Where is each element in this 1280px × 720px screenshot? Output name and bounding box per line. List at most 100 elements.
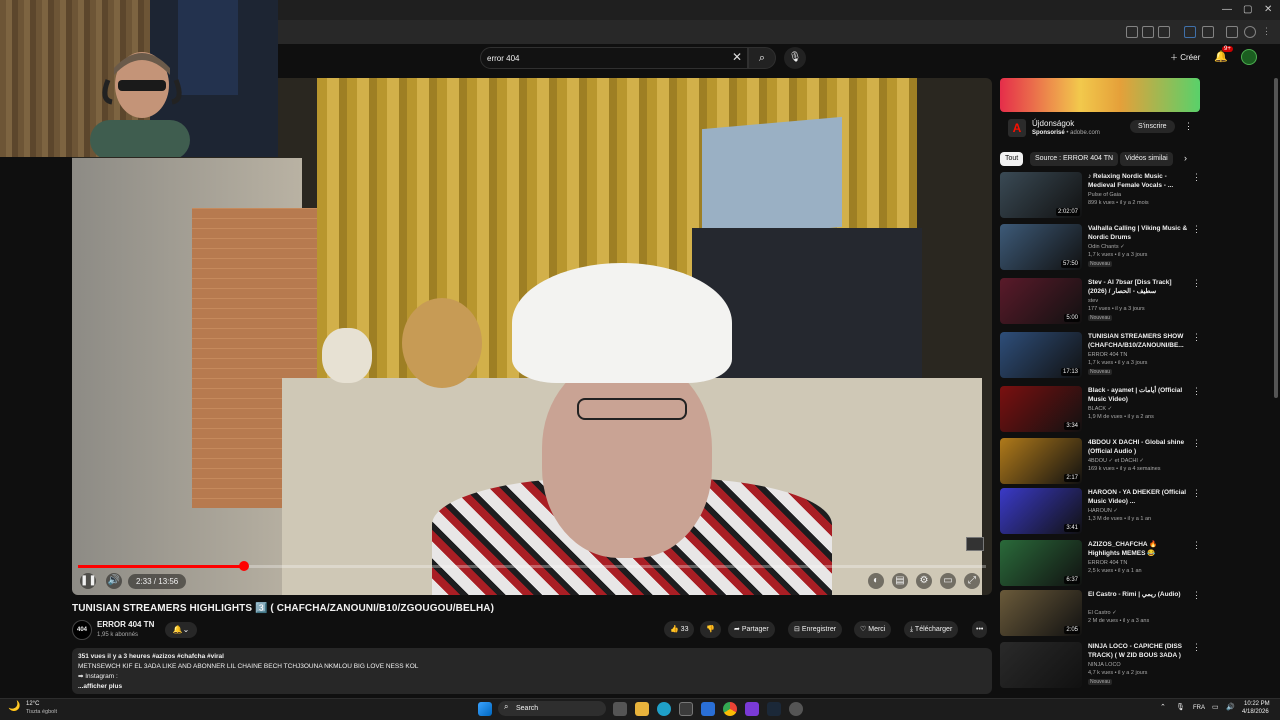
clock-date[interactable]: 4/18/2026 xyxy=(1242,709,1269,715)
create-button[interactable]: ＋ Créer xyxy=(1164,49,1206,66)
recommendation-title[interactable]: ♪ Relaxing Nordic Music - Medieval Femal… xyxy=(1088,172,1188,190)
cast-icon[interactable] xyxy=(1142,26,1154,38)
recommendation-title[interactable]: 4BDOU X DACHI - Global shine (Official A… xyxy=(1088,438,1188,456)
more-options-icon[interactable]: ⋮ xyxy=(1192,540,1201,551)
mic-button[interactable]: 🎙 xyxy=(784,47,806,69)
recommendation-title[interactable]: HAROON - YA DHEKER (Official Music Video… xyxy=(1088,488,1188,506)
download-icon[interactable] xyxy=(1226,26,1238,38)
profile-icon[interactable] xyxy=(1244,26,1256,38)
recommendation-item[interactable]: 2:17 4BDOU X DACHI - Global shine (Offici… xyxy=(1000,438,1270,488)
save-button[interactable]: ⊟ Enregistrer xyxy=(788,621,843,638)
clear-search-icon[interactable]: ✕ xyxy=(732,50,742,64)
clock-time[interactable]: 10:22 PM xyxy=(1244,701,1270,707)
video-thumbnail[interactable]: 2:17 xyxy=(1000,438,1082,484)
tray-chevron-icon[interactable]: ⌃ xyxy=(1160,703,1166,711)
channel-avatar[interactable]: 404 xyxy=(72,620,92,640)
dislike-button[interactable]: 👎 xyxy=(700,621,721,638)
ad-signup-button[interactable]: S'inscrire xyxy=(1130,120,1175,133)
more-actions-button[interactable]: ••• xyxy=(972,621,988,638)
chip-similar[interactable]: Vidéos similai xyxy=(1120,152,1173,166)
ad-banner[interactable] xyxy=(1000,78,1200,112)
steam-icon[interactable] xyxy=(767,702,781,716)
translate-icon[interactable] xyxy=(1126,26,1138,38)
more-options-icon[interactable]: ⋮ xyxy=(1192,488,1201,499)
chip-all[interactable]: Tout xyxy=(1000,152,1024,166)
description-box[interactable]: 351 vues il y a 3 heures #azizos #chafch… xyxy=(72,648,992,694)
weather-temp[interactable]: 12°C xyxy=(26,701,39,707)
subscription-bell-button[interactable]: 🔔⌄ xyxy=(165,622,197,638)
video-thumbnail[interactable]: 5:00 xyxy=(1000,278,1082,324)
chip-source[interactable]: Source : ERROR 404 TN xyxy=(1030,152,1119,166)
start-icon[interactable] xyxy=(478,702,492,716)
show-more-link[interactable]: ...afficher plus xyxy=(78,682,986,692)
search-button[interactable]: ⌕ xyxy=(748,47,776,69)
more-options-icon[interactable]: ⋮ xyxy=(1192,278,1201,289)
volume-icon[interactable]: 🔊 xyxy=(106,573,122,589)
volume-tray-icon[interactable]: 🔊 xyxy=(1226,703,1235,711)
weather-icon[interactable]: 🌙 xyxy=(8,701,20,712)
channel-name[interactable]: ERROR 404 TN xyxy=(97,620,154,629)
more-options-icon[interactable]: ⋮ xyxy=(1192,438,1201,449)
video-thumbnail[interactable]: 2:05 xyxy=(1000,590,1082,636)
video-thumbnail[interactable]: 3:41 xyxy=(1000,488,1082,534)
like-button[interactable]: 👍 33 xyxy=(664,621,695,638)
recommendation-channel[interactable]: ERROR 404 TN xyxy=(1088,352,1127,358)
minimize-icon[interactable]: — xyxy=(1222,4,1232,15)
recommendation-channel[interactable]: NINJA LOCO xyxy=(1088,662,1121,668)
recommendation-title[interactable]: TUNISIAN STREAMERS SHOW (CHAFCHA/B10/ZAN… xyxy=(1088,332,1188,350)
more-options-icon[interactable]: ⋮ xyxy=(1192,590,1201,601)
settings-icon[interactable]: ⚙ xyxy=(916,573,932,589)
app-icon[interactable] xyxy=(745,702,759,716)
download-button[interactable]: ⤓ Télécharger xyxy=(904,621,959,638)
app-circle-icon[interactable] xyxy=(789,702,803,716)
recommendation-item[interactable]: 6:37 AZIZOS_CHAFCHA 🔥 Highlights MEMES 😂 E… xyxy=(1000,540,1270,590)
ad-title[interactable]: Újdonságok xyxy=(1032,119,1074,128)
recommendation-item[interactable]: 2:05 El Castro - Rimi | ريمي (Audio) El Ca… xyxy=(1000,590,1270,640)
autoplay-toggle-icon[interactable]: ◐ xyxy=(868,573,884,589)
recommendation-channel[interactable]: Odin Chants ✓ xyxy=(1088,244,1125,250)
menu-dots-icon[interactable]: ⋮ xyxy=(1262,26,1274,38)
video-thumbnail[interactable]: 17:13 xyxy=(1000,332,1082,378)
thanks-button[interactable]: ♡ Merci xyxy=(854,621,892,638)
mail-icon[interactable] xyxy=(701,702,715,716)
more-options-icon[interactable]: ⋮ xyxy=(1192,332,1201,343)
recommendation-item[interactable]: 2:02:07 ♪ Relaxing Nordic Music - Medieva… xyxy=(1000,172,1270,222)
recommendation-title[interactable]: Stev - Al 7bsar [Diss Track] (2026) / سط… xyxy=(1088,278,1188,296)
recommendation-item[interactable]: 3:41 HAROON - YA DHEKER (Official Music V… xyxy=(1000,488,1270,538)
more-options-icon[interactable]: ⋮ xyxy=(1192,172,1201,183)
video-thumbnail[interactable]: 57:50 xyxy=(1000,224,1082,270)
recommendation-item[interactable]: 57:50 Valhalla Calling | Viking Music & N… xyxy=(1000,224,1270,274)
network-icon[interactable]: ▭ xyxy=(1212,703,1219,711)
recommendation-channel[interactable]: BLACK ✓ xyxy=(1088,406,1112,412)
recommendation-channel[interactable]: ERROR 404 TN xyxy=(1088,560,1127,566)
task-view-icon[interactable] xyxy=(613,702,627,716)
recommendation-item[interactable]: 5:00 Stev - Al 7bsar [Diss Track] (2026) … xyxy=(1000,278,1270,328)
recommendation-title[interactable]: Valhalla Calling | Viking Music & Nordic… xyxy=(1088,224,1188,242)
taskbar-search[interactable]: Search xyxy=(498,701,606,716)
keyboard-language[interactable]: FRA xyxy=(1193,705,1205,711)
recommendation-item[interactable]: 3:34 Black - ayamet | أيامات (Official Mu… xyxy=(1000,386,1270,436)
recommendation-channel[interactable]: 4BDOU ✓ et DACHI ✓ xyxy=(1088,458,1144,464)
recommendation-item[interactable]: NINJA LOCO - CAPICHE (DISS TRACK) ( W ZI… xyxy=(1000,642,1270,692)
video-thumbnail[interactable]: 2:02:07 xyxy=(1000,172,1082,218)
bookmark-star-icon[interactable] xyxy=(1158,26,1170,38)
edge-icon[interactable] xyxy=(657,702,671,716)
recommendation-title[interactable]: AZIZOS_CHAFCHA 🔥 Highlights MEMES 😂 xyxy=(1088,540,1188,558)
recommendation-title[interactable]: NINJA LOCO - CAPICHE (DISS TRACK) ( W ZI… xyxy=(1088,642,1188,660)
file-explorer-icon[interactable] xyxy=(635,702,649,716)
ad-menu-icon[interactable]: ⋮ xyxy=(1184,121,1193,132)
recommendation-channel[interactable]: stev xyxy=(1088,298,1098,304)
video-thumbnail[interactable]: 3:34 xyxy=(1000,386,1082,432)
store-icon[interactable] xyxy=(679,702,693,716)
weather-desc[interactable]: Tiszta égbolt xyxy=(26,709,57,715)
close-window-icon[interactable]: ✕ xyxy=(1264,4,1272,15)
recommendation-channel[interactable]: HAROUN ✓ xyxy=(1088,508,1118,514)
recommendation-title[interactable]: Black - ayamet | أيامات (Official Music … xyxy=(1088,386,1188,404)
puzzle-icon[interactable] xyxy=(1202,26,1214,38)
scrollbar[interactable] xyxy=(1274,78,1278,398)
extension-icon[interactable] xyxy=(1184,26,1196,38)
more-options-icon[interactable]: ⋮ xyxy=(1192,386,1201,397)
chrome-icon[interactable] xyxy=(723,702,737,716)
fullscreen-icon[interactable]: ⤢ xyxy=(964,573,980,589)
pause-icon[interactable]: ❚❚ xyxy=(80,573,97,589)
